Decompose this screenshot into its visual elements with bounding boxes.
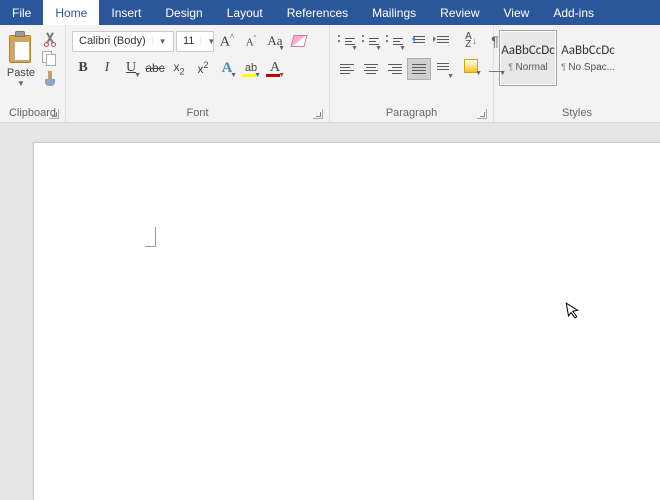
change-case-button[interactable]: Aa▼ <box>264 30 286 52</box>
font-dialog-launcher[interactable] <box>313 109 323 119</box>
align-left-button[interactable] <box>335 58 359 80</box>
tab-references[interactable]: References <box>275 0 360 25</box>
paste-dropdown[interactable]: ▼ <box>17 79 25 88</box>
cut-icon[interactable] <box>42 31 58 47</box>
sort-button[interactable]: AZ↓ <box>459 30 483 52</box>
font-size-combo[interactable]: 11▼ <box>176 31 214 52</box>
strikethrough-button[interactable]: abc <box>144 57 166 79</box>
ribbon: Paste ▼ Clipboard Calibri (Body)▼ 11▼ A^… <box>0 25 660 123</box>
text-cursor <box>145 227 160 247</box>
tab-home[interactable]: Home <box>43 0 99 25</box>
format-painter-icon[interactable] <box>42 71 58 87</box>
tab-mailings[interactable]: Mailings <box>360 0 428 25</box>
tab-view[interactable]: View <box>492 0 542 25</box>
clear-formatting-button[interactable] <box>288 30 310 52</box>
tab-insert[interactable]: Insert <box>99 0 153 25</box>
line-spacing-button[interactable]: ▼ <box>431 58 455 80</box>
group-label-styles: Styles <box>562 107 592 119</box>
align-right-button[interactable] <box>383 58 407 80</box>
paste-icon[interactable] <box>6 31 36 65</box>
text-effects-button[interactable]: A▼ <box>216 57 238 79</box>
shading-button[interactable]: ▼ <box>459 55 483 77</box>
tab-file[interactable]: File <box>0 0 43 25</box>
borders-button[interactable]: ▼ <box>483 55 507 77</box>
tab-layout[interactable]: Layout <box>215 0 275 25</box>
paragraph-dialog-launcher[interactable] <box>477 109 487 119</box>
ribbon-tabs: File Home Insert Design Layout Reference… <box>0 0 660 25</box>
document-area <box>0 123 660 500</box>
highlight-button[interactable]: ab▼ <box>240 57 262 79</box>
decrease-indent-button[interactable] <box>407 30 431 52</box>
subscript-button[interactable]: x2 <box>168 57 190 79</box>
align-center-button[interactable] <box>359 58 383 80</box>
justify-button[interactable] <box>407 58 431 80</box>
paste-button[interactable]: Paste <box>7 67 35 79</box>
multilevel-list-button[interactable]: ▼ <box>383 30 407 52</box>
font-name-combo[interactable]: Calibri (Body)▼ <box>72 31 174 52</box>
tab-review[interactable]: Review <box>428 0 491 25</box>
increase-indent-button[interactable] <box>431 30 455 52</box>
font-color-button[interactable]: A▼ <box>264 57 286 79</box>
superscript-button[interactable]: x2 <box>192 57 214 79</box>
page[interactable] <box>33 142 660 500</box>
style-no-spacing[interactable]: AaBbCcDc No Spac... <box>559 30 617 86</box>
grow-font-button[interactable]: A^ <box>216 30 238 52</box>
group-label-paragraph: Paragraph <box>386 107 437 119</box>
bullets-button[interactable]: ▼ <box>335 30 359 52</box>
show-hide-button[interactable]: ¶ <box>483 30 507 52</box>
shrink-font-button[interactable]: Aˇ <box>240 30 262 52</box>
italic-button[interactable]: I <box>96 57 118 79</box>
group-label-font: Font <box>186 107 208 119</box>
bold-button[interactable]: B <box>72 57 94 79</box>
clipboard-dialog-launcher[interactable] <box>49 109 59 119</box>
tab-design[interactable]: Design <box>153 0 214 25</box>
copy-icon[interactable] <box>42 51 58 67</box>
numbering-button[interactable]: ▼ <box>359 30 383 52</box>
underline-button[interactable]: U▼ <box>120 57 142 79</box>
tab-addins[interactable]: Add-ins <box>541 0 606 25</box>
